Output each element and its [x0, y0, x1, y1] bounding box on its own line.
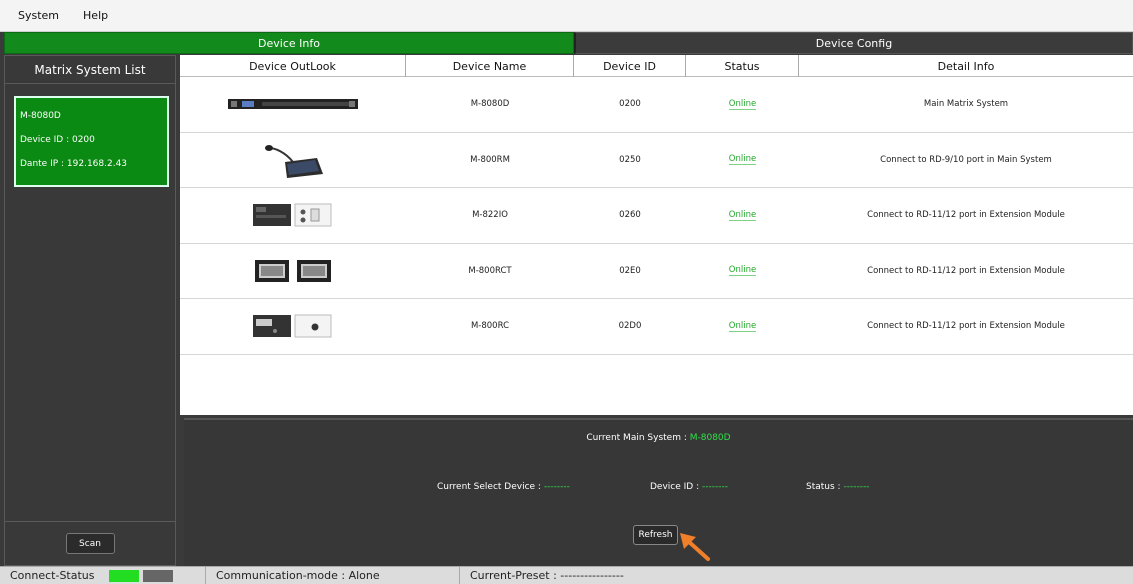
system-device-id: Device ID : 0200: [20, 135, 95, 145]
table-row[interactable]: M-800RM 0250 Online Connect to RD-9/10 p…: [180, 133, 1133, 188]
connected-indicator-icon: [108, 569, 139, 582]
status-online: Online: [728, 209, 757, 221]
system-name: M-8080D: [20, 111, 61, 121]
table-header: Device OutLook Device Name Device ID Sta…: [180, 55, 1133, 77]
device-id-value: --------: [702, 482, 728, 492]
connect-status-label: Connect-Status: [10, 569, 95, 582]
device-outlook-image: [180, 299, 406, 354]
status-online: Online: [728, 98, 757, 110]
device-status: Online: [686, 299, 799, 354]
device-id: 0200: [619, 99, 641, 110]
device-id: 02D0: [618, 321, 642, 332]
device-status: Online: [686, 77, 799, 132]
device-outlook-image: [180, 133, 406, 188]
header-device-id: Device ID: [574, 55, 686, 77]
selected-device-id: Device ID : --------: [650, 482, 728, 492]
device-name: M-8080D: [470, 99, 510, 110]
device-outlook-image: [180, 77, 406, 132]
idle-indicator-icon: [142, 569, 173, 582]
select-device-value: --------: [543, 482, 570, 492]
status-online: Online: [728, 154, 757, 166]
status-online: Online: [728, 320, 757, 332]
connect-status: Connect-Status: [0, 566, 206, 584]
microphone-console-icon: [265, 144, 323, 178]
rack-unit-icon: [228, 99, 358, 110]
menu-bar: System Help: [0, 0, 1133, 32]
table-row[interactable]: M-822IO 0260 Online Connect to RD-11/12 …: [180, 188, 1133, 244]
device-id-label: Device ID :: [650, 482, 700, 492]
device-id: 02E0: [619, 265, 641, 276]
selected-device-status: Status : --------: [806, 482, 869, 492]
current-select-device: Current Select Device : --------: [437, 482, 570, 492]
device-table: Device OutLook Device Name Device ID Sta…: [180, 55, 1133, 415]
device-detail: Connect to RD-11/12 port in Extension Mo…: [867, 321, 1065, 332]
scan-button[interactable]: Scan: [65, 533, 115, 554]
device-detail-panel: Current Main System : M-8080D Current Se…: [184, 418, 1133, 566]
touch-panel-icon: [255, 259, 331, 282]
device-detail: Connect to RD-9/10 port in Main System: [880, 154, 1052, 165]
system-dante-ip: Dante IP : 192.168.2.43: [20, 159, 128, 169]
current-main-system: Current Main System : M-8080D: [184, 433, 1133, 443]
refresh-button[interactable]: Refresh: [633, 525, 678, 545]
tab-device-config[interactable]: Device Config: [574, 32, 1133, 54]
device-name: M-800RM: [470, 154, 510, 165]
status-online: Online: [728, 265, 757, 277]
system-card-m8080d[interactable]: M-8080D Device ID : 0200 Dante IP : 192.…: [14, 96, 169, 187]
tab-device-info[interactable]: Device Info: [4, 32, 574, 54]
io-panel-icon: [253, 203, 332, 227]
device-detail: Main Matrix System: [923, 99, 1009, 110]
menu-system[interactable]: System: [6, 9, 71, 22]
device-name: M-800RCT: [468, 265, 512, 276]
menu-help[interactable]: Help: [71, 9, 120, 22]
device-detail: Connect to RD-11/12 port in Extension Mo…: [867, 210, 1065, 221]
device-id: 0260: [619, 210, 641, 221]
current-main-label: Current Main System :: [586, 433, 687, 443]
select-device-label: Current Select Device :: [437, 482, 541, 492]
header-device-name: Device Name: [406, 55, 574, 77]
device-status: Online: [686, 133, 799, 188]
table-row[interactable]: M-8080D 0200 Online Main Matrix System: [180, 77, 1133, 133]
status-label: Status :: [806, 482, 841, 492]
table-row[interactable]: M-800RCT 02E0 Online Connect to RD-11/12…: [180, 244, 1133, 299]
current-preset: Current-Preset : ----------------: [470, 569, 624, 582]
header-detail-info: Detail Info: [937, 59, 995, 73]
current-main-value: M-8080D: [689, 433, 731, 443]
device-id: 0250: [619, 154, 641, 165]
table-row[interactable]: M-800RC 02D0 Online Connect to RD-11/12 …: [180, 299, 1133, 355]
remote-controller-icon: [253, 314, 332, 338]
communication-mode: Communication-mode : Alone: [206, 566, 460, 584]
status-bar: Connect-Status Communication-mode : Alon…: [0, 566, 1133, 584]
device-status: Online: [686, 244, 799, 299]
device-status: Online: [686, 188, 799, 243]
matrix-system-list-panel: Matrix System List M-8080D Device ID : 0…: [4, 55, 176, 566]
device-name: M-822IO: [472, 210, 508, 221]
device-outlook-image: [180, 188, 406, 243]
device-detail: Connect to RD-11/12 port in Extension Mo…: [867, 265, 1065, 276]
tab-bar: Device Info Device Config: [4, 32, 1133, 54]
scan-area: Scan: [5, 521, 175, 565]
header-status: Status: [686, 55, 799, 77]
matrix-system-list-title: Matrix System List: [5, 56, 175, 84]
header-device-outlook: Device OutLook: [180, 55, 406, 77]
status-value: --------: [843, 482, 870, 492]
device-name: M-800RC: [470, 321, 510, 332]
device-outlook-image: [180, 244, 406, 299]
app-window: System Help Device Info Device Config Ma…: [0, 0, 1133, 584]
pointer-arrow-icon: [680, 533, 710, 561]
